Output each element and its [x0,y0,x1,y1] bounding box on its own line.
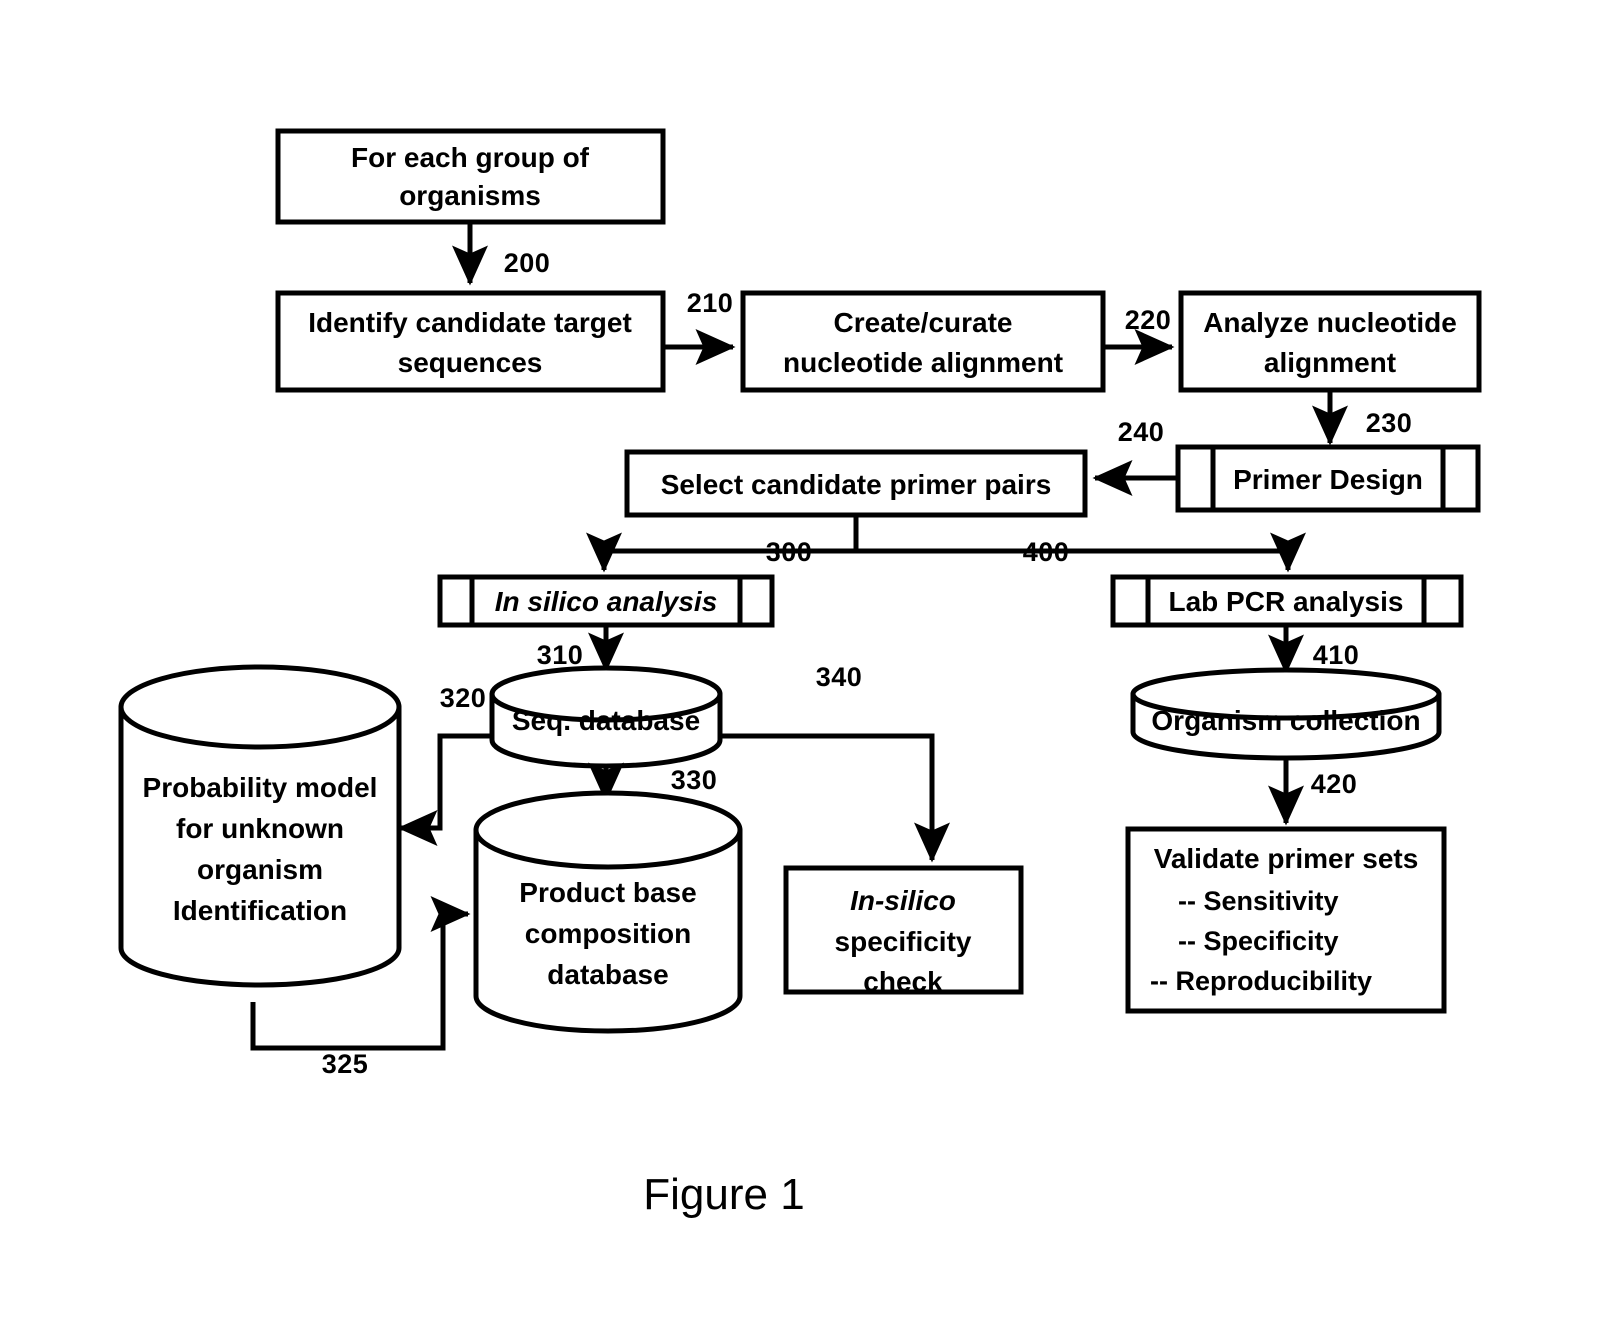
product-base-db-line3: database [547,959,668,990]
node-probability-model: Probability model for unknown organism I… [118,664,402,988]
ref-300: 300 [766,537,813,567]
in-silico-specificity-line1: In-silico [850,885,956,916]
ref-220: 220 [1125,305,1172,335]
validate-bullet-1: -- Sensitivity [1178,886,1339,916]
connector-230: 230 [1311,390,1413,446]
node-for-each-group: For each group of organisms [275,128,666,225]
probability-model-line4: Identification [173,895,347,926]
node-product-base-db: Product base composition database [473,790,743,1034]
analyze-alignment-line1: Analyze nucleotide [1203,307,1457,338]
organism-collection-label: Organism collection [1151,705,1420,736]
create-curate-line2: nucleotide alignment [783,347,1063,378]
ref-230: 230 [1366,408,1413,438]
node-in-silico-analysis: In silico analysis [437,574,775,628]
node-create-curate: Create/curate nucleotide alignment [740,290,1106,393]
identify-candidate-line2: sequences [398,347,543,378]
connector-340: 340 [720,662,950,863]
product-base-db-line1: Product base [519,877,696,908]
select-primer-pairs-label: Select candidate primer pairs [661,469,1052,500]
node-select-primer-pairs: Select candidate primer pairs [624,449,1088,518]
ref-330: 330 [671,765,718,795]
connector-410: 410 [1267,625,1360,675]
node-seq-database: Seq. database [489,665,723,769]
for-each-group-line2: organisms [399,180,541,211]
connector-220: 220 [1103,305,1175,366]
for-each-group-line1: For each group of [351,142,590,173]
analyze-alignment-line2: alignment [1264,347,1396,378]
node-validate-primer-sets: Validate primer sets -- Sensitivity -- S… [1125,826,1447,1014]
primer-design-label: Primer Design [1233,464,1423,495]
in-silico-specificity-line3: check [863,966,943,997]
patent-figure-1: For each group of organisms 200 Identify… [0,0,1617,1319]
ref-410: 410 [1313,640,1360,670]
connector-320: 320 [397,683,492,846]
node-analyze-alignment: Analyze nucleotide alignment [1178,290,1482,393]
ref-200: 200 [504,248,551,278]
ref-240: 240 [1118,417,1165,447]
ref-320: 320 [440,683,487,713]
ref-325: 325 [322,1049,369,1079]
connector-310: 310 [537,625,624,673]
identify-candidate-line1: Identify candidate target [308,307,632,338]
node-in-silico-specificity: In-silico specificity check [783,865,1024,997]
validate-primer-sets-title: Validate primer sets [1154,843,1419,874]
validate-bullet-2: -- Specificity [1178,926,1339,956]
ref-210: 210 [687,288,734,318]
product-base-db-line2: composition [525,918,691,949]
node-lab-pcr-analysis: Lab PCR analysis [1110,574,1464,628]
lab-pcr-analysis-label: Lab PCR analysis [1169,586,1404,617]
probability-model-line2: for unknown [176,813,344,844]
probability-model-line3: organism [197,854,323,885]
node-organism-collection: Organism collection [1130,667,1442,761]
create-curate-line1: Create/curate [834,307,1013,338]
validate-bullet-3: -- Reproducibility [1150,966,1372,996]
connector-240: 240 [1092,417,1178,496]
connector-200: 200 [451,222,551,286]
in-silico-specificity-line2: specificity [835,926,972,957]
probability-model-line1: Probability model [143,772,378,803]
ref-340: 340 [816,662,863,692]
seq-database-label: Seq. database [512,705,700,736]
ref-310: 310 [537,640,584,670]
figure-caption: Figure 1 [643,1170,804,1219]
flowchart-svg: For each group of organisms 200 Identify… [118,128,1482,1219]
ref-400: 400 [1023,537,1070,567]
connector-split-300-400: 300 400 [585,515,1306,573]
ref-420: 420 [1311,769,1358,799]
connector-420: 420 [1267,758,1358,826]
in-silico-analysis-label: In silico analysis [495,586,718,617]
node-primer-design: Primer Design [1175,444,1481,513]
node-identify-candidate: Identify candidate target sequences [275,290,666,393]
connector-210: 210 [663,288,736,366]
